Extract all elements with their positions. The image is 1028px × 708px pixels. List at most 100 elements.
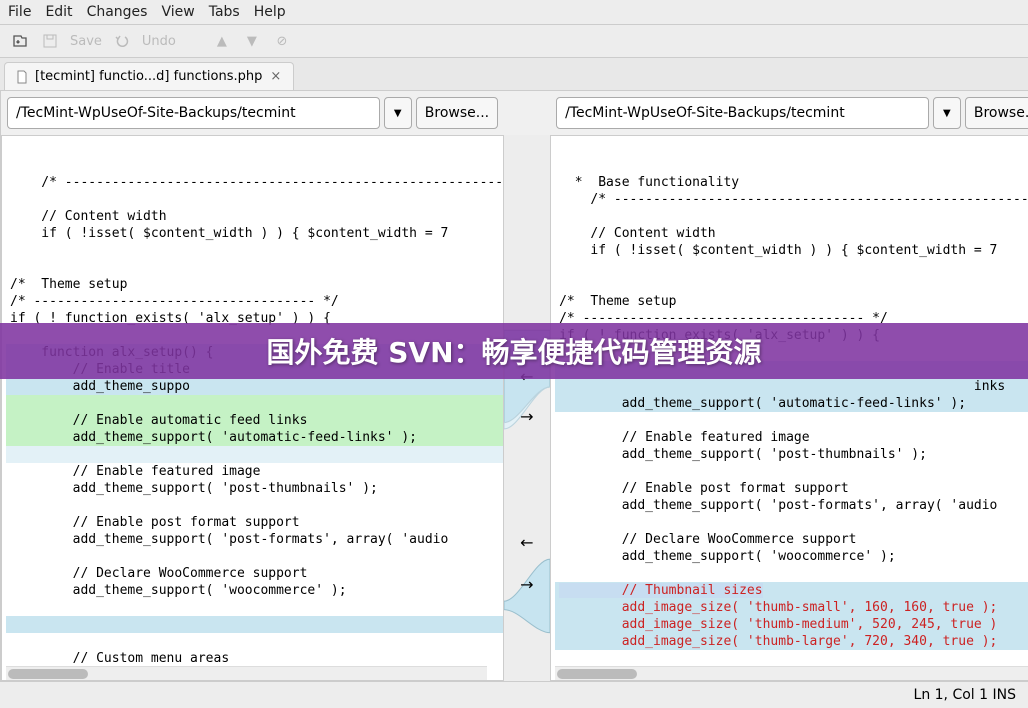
code-line — [555, 276, 1028, 293]
code-line — [555, 208, 1028, 225]
push-left-icon[interactable]: ← — [520, 367, 533, 386]
code-line — [555, 565, 1028, 582]
code-line: add_theme_support( 'woocommerce' ); — [6, 582, 503, 599]
code-line: add_image_size( 'thumb-small', 160, 160,… — [555, 599, 1028, 616]
browse-button-left[interactable]: Browse... — [416, 97, 498, 129]
code-line — [6, 616, 503, 633]
save-label: Save — [70, 34, 102, 49]
browse-button-right[interactable]: Browse... — [965, 97, 1028, 129]
code-line: * Base functionality — [555, 174, 1028, 191]
code-line — [555, 463, 1028, 480]
save-icon — [40, 31, 60, 51]
code-line — [555, 361, 1028, 378]
code-line: /* Theme setup — [6, 276, 503, 293]
code-line — [555, 344, 1028, 361]
code-line — [6, 242, 503, 259]
menu-edit[interactable]: Edit — [45, 4, 72, 20]
code-pane-left[interactable]: /* -------------------------------------… — [1, 135, 504, 681]
code-line — [6, 446, 503, 463]
code-line: // Enable featured image — [6, 463, 503, 480]
code-line: add_theme_support( 'woocommerce' ); — [555, 548, 1028, 565]
code-line: add_theme_support( 'automatic-feed-links… — [6, 429, 503, 446]
panes: /TecMint-WpUseOf-Site-Backups/tecmint ▼ … — [1, 91, 1028, 681]
close-icon[interactable]: × — [268, 69, 283, 84]
push-right-icon[interactable]: → — [520, 407, 533, 426]
code-line: // Thumbnail sizes — [555, 582, 1028, 599]
toolbar: Save Undo ▲ ▼ ⊘ — [0, 25, 1028, 58]
code-line — [555, 412, 1028, 429]
code-line: // Enable featured image — [555, 429, 1028, 446]
menu-tabs[interactable]: Tabs — [209, 4, 240, 20]
code-line — [6, 497, 503, 514]
path-group-right: /TecMint-WpUseOf-Site-Backups/tecmint ▼ … — [556, 97, 1028, 129]
undo-icon — [112, 31, 132, 51]
push-right-icon-2[interactable]: → — [520, 575, 533, 594]
code-line: if ( ! function_exists( 'alx_setup' ) ) … — [555, 327, 1028, 344]
menubar: File Edit Changes View Tabs Help — [0, 0, 1028, 25]
code-line: if ( ! function_exists( 'alx_setup' ) ) … — [6, 310, 503, 327]
code-line: // Custom menu areas — [6, 650, 503, 667]
code-line: // Enable post format support — [555, 480, 1028, 497]
code-line — [6, 327, 503, 344]
code-line: add_theme_support( 'automatic-feed-links… — [555, 395, 1028, 412]
code-line: add_image_size( 'thumb-medium', 520, 245… — [555, 616, 1028, 633]
code-line: /* -------------------------------------… — [555, 191, 1028, 208]
next-change-icon: ▼ — [242, 31, 262, 51]
code-pane-right[interactable]: * Base functionality /* ----------------… — [550, 135, 1028, 681]
code-line: // Enable post format support — [6, 514, 503, 531]
code-line: // Enable title — [6, 361, 503, 378]
code-line: function alx_setup() { — [6, 344, 503, 361]
menu-changes[interactable]: Changes — [87, 4, 148, 20]
code-line: // Content width — [6, 208, 503, 225]
path-group-left: /TecMint-WpUseOf-Site-Backups/tecmint ▼ … — [7, 97, 498, 129]
status-position: Ln 1, Col 1 INS — [914, 687, 1016, 703]
open-icon[interactable] — [10, 31, 30, 51]
stop-icon: ⊘ — [272, 31, 292, 51]
main: /TecMint-WpUseOf-Site-Backups/tecmint ▼ … — [0, 91, 1028, 681]
code-line: add_theme_support( 'post-thumbnails' ); — [6, 480, 503, 497]
path-input-right[interactable]: /TecMint-WpUseOf-Site-Backups/tecmint — [556, 97, 929, 129]
code-line: inks — [555, 378, 1028, 395]
code-line: add_image_size( 'thumb-large', 720, 340,… — [555, 633, 1028, 650]
code-line — [6, 548, 503, 565]
scrollbar-horizontal-left[interactable] — [6, 666, 487, 680]
path-input-left[interactable]: /TecMint-WpUseOf-Site-Backups/tecmint — [7, 97, 380, 129]
undo-label: Undo — [142, 34, 176, 49]
path-row: /TecMint-WpUseOf-Site-Backups/tecmint ▼ … — [1, 91, 1028, 135]
code-line — [6, 395, 503, 412]
link-map: ← → ← → — [504, 135, 550, 681]
code-line: add_theme_support( 'post-formats', array… — [6, 531, 503, 548]
code-line: /* -------------------------------------… — [6, 174, 503, 191]
tab-bar: [tecmint] functio...d] functions.php × — [0, 58, 1028, 91]
tab-active[interactable]: [tecmint] functio...d] functions.php × — [4, 62, 294, 90]
path-dropdown-left[interactable]: ▼ — [384, 97, 412, 129]
code-line — [6, 191, 503, 208]
tab-label: [tecmint] functio...d] functions.php — [35, 69, 262, 84]
code-line — [6, 633, 503, 650]
path-dropdown-right[interactable]: ▼ — [933, 97, 961, 129]
code-line: if ( !isset( $content_width ) ) { $conte… — [555, 242, 1028, 259]
diff-row: /* -------------------------------------… — [1, 135, 1028, 681]
code-line — [555, 514, 1028, 531]
code-line — [555, 259, 1028, 276]
code-line — [6, 259, 503, 276]
file-icon — [15, 70, 29, 84]
code-line — [6, 599, 503, 616]
code-line: // Content width — [555, 225, 1028, 242]
code-line: // Declare WooCommerce support — [555, 531, 1028, 548]
code-line: /* Theme setup — [555, 293, 1028, 310]
code-line: /* ------------------------------------ … — [6, 293, 503, 310]
push-left-icon-2[interactable]: ← — [520, 533, 533, 552]
menu-view[interactable]: View — [161, 4, 194, 20]
scrollbar-horizontal-right[interactable] — [555, 666, 1028, 680]
code-line: add_theme_support( 'post-formats', array… — [555, 497, 1028, 514]
code-line: if ( !isset( $content_width ) ) { $conte… — [6, 225, 503, 242]
code-line: /* ------------------------------------ … — [555, 310, 1028, 327]
code-line: // Declare WooCommerce support — [6, 565, 503, 582]
code-line — [555, 650, 1028, 667]
menu-help[interactable]: Help — [254, 4, 286, 20]
menu-file[interactable]: File — [8, 4, 31, 20]
statusbar: Ln 1, Col 1 INS — [0, 681, 1028, 708]
code-line: // Enable automatic feed links — [6, 412, 503, 429]
code-line: add_theme_suppo — [6, 378, 503, 395]
